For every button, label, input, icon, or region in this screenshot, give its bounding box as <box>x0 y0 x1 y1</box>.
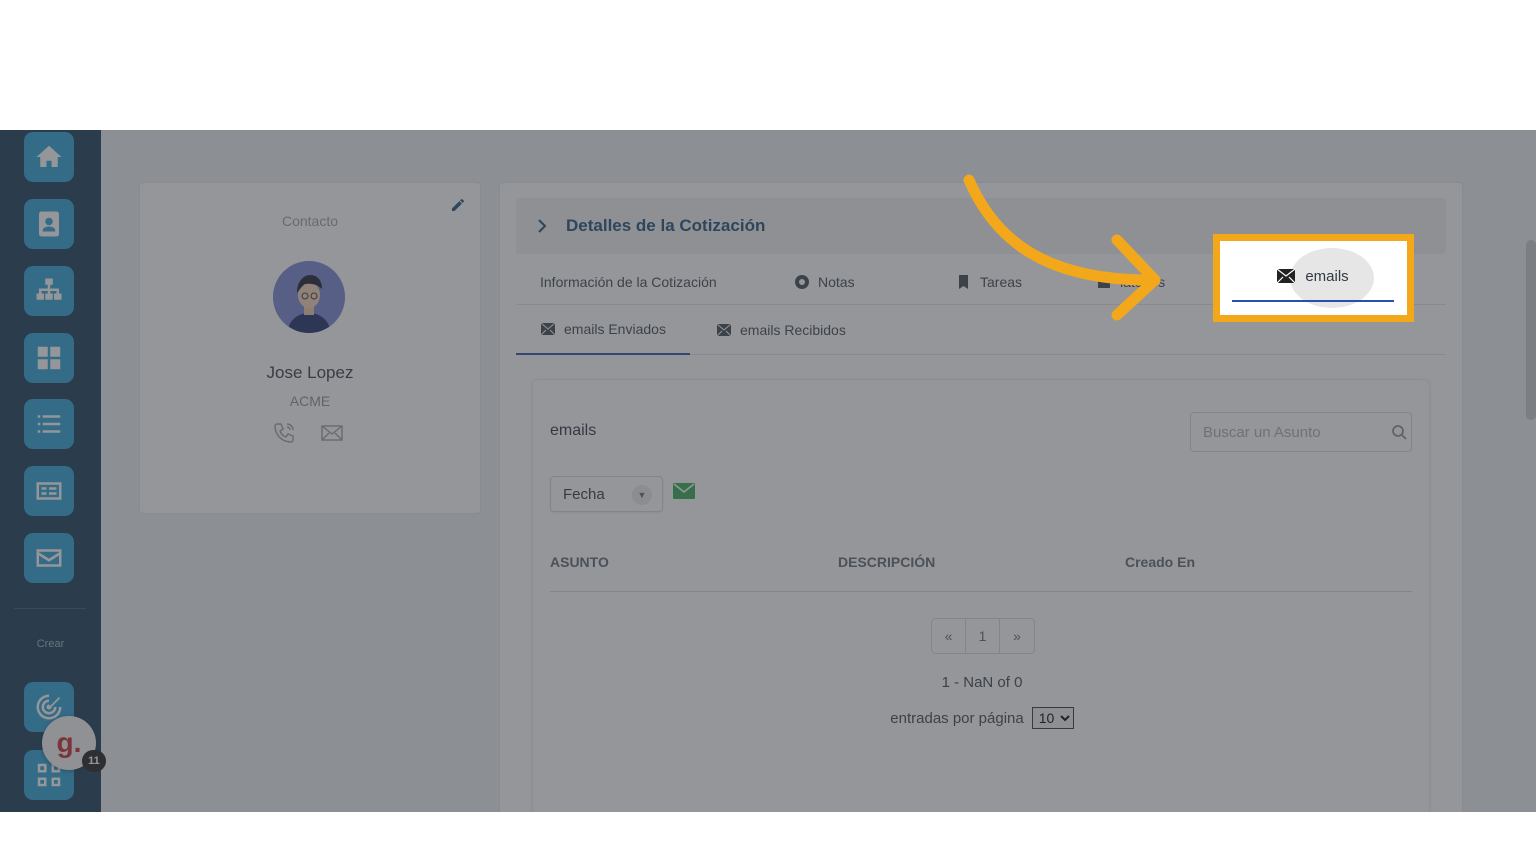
details-title: Detalles de la Cotización <box>566 216 766 235</box>
home-icon <box>36 145 62 167</box>
sidebar: Crear g. 11 <box>0 130 106 812</box>
tab-notas[interactable]: Notas <box>794 259 855 305</box>
sidebar-item-org[interactable] <box>24 266 74 316</box>
person-avatar-icon <box>273 261 345 333</box>
sidebar-divider <box>14 608 86 609</box>
contact-card: Contacto Jose Lopez ACME <box>139 182 481 514</box>
mail-icon <box>36 549 62 567</box>
search-box[interactable] <box>1190 412 1412 452</box>
tab-emails[interactable]: emails <box>1232 252 1394 302</box>
envelope-icon[interactable] <box>320 421 344 445</box>
pager-page-button[interactable]: 1 <box>966 619 1000 653</box>
money-icon <box>36 482 62 500</box>
column-header-asunto[interactable]: ASUNTO <box>550 554 609 570</box>
list-icon <box>37 415 61 433</box>
sidebar-item-dashboard[interactable] <box>24 333 74 383</box>
contact-actions <box>272 421 344 445</box>
contact-company: ACME <box>289 393 331 409</box>
contact-card-title: Contacto <box>281 213 339 229</box>
pager-prev-button[interactable]: « <box>932 619 966 653</box>
subtab-label: emails Enviados <box>564 321 666 337</box>
emails-panel-title: emails <box>550 422 597 439</box>
pagination-range-text: 1 - NaN of 0 <box>941 674 1023 691</box>
per-page-control: entradas por página 10 <box>533 707 1431 729</box>
table-header: ASUNTO DESCRIPCIÓN Creado En <box>550 548 1412 592</box>
per-page-label: entradas por página <box>890 709 1024 727</box>
sidebar-crear-label: Crear <box>36 638 65 650</box>
grid-icon <box>37 346 61 370</box>
tab-label: emails <box>1305 267 1349 285</box>
chevron-down-icon: ▼ <box>632 485 652 505</box>
app-window: Crear g. 11 Contacto Jose Lopez ACME Det… <box>0 130 1536 812</box>
contact-name: Jose Lopez <box>266 363 354 382</box>
mail-icon <box>540 322 556 336</box>
column-header-descripcion[interactable]: DESCRIPCIÓN <box>838 554 935 570</box>
per-page-select[interactable]: 10 <box>1031 707 1074 729</box>
tab-info-cotizacion[interactable]: Información de la Cotización <box>540 259 717 305</box>
subtab-emails-enviados[interactable]: emails Enviados <box>516 305 690 355</box>
org-chart-icon <box>36 278 62 300</box>
contacts-icon <box>39 211 59 237</box>
search-input[interactable] <box>1203 423 1383 441</box>
phone-icon[interactable] <box>272 421 296 445</box>
page-scrollbar[interactable] <box>1526 240 1536 420</box>
tutorial-arrow-icon <box>963 174 1161 321</box>
sort-select[interactable]: Fecha ▼ <box>550 476 663 512</box>
notes-icon <box>795 275 809 289</box>
contact-avatar <box>273 261 345 333</box>
column-header-creado-en[interactable]: Creado En <box>1125 554 1195 570</box>
sidebar-item-mail[interactable] <box>24 533 74 583</box>
chevron-right-icon <box>538 219 547 233</box>
compose-mail-icon[interactable] <box>673 483 695 499</box>
edit-icon[interactable] <box>450 197 466 213</box>
sidebar-item-home[interactable] <box>24 132 74 182</box>
tab-label: Información de la Cotización <box>540 274 717 290</box>
sort-select-value: Fecha <box>563 485 605 503</box>
search-icon[interactable] <box>1391 424 1407 440</box>
pagination: « 1 » <box>931 618 1035 654</box>
mail-icon <box>716 323 732 337</box>
chat-notification-badge: 11 <box>82 750 106 772</box>
mail-icon <box>1277 269 1296 283</box>
subtab-emails-recibidos[interactable]: emails Recibidos <box>716 305 846 355</box>
sidebar-item-list[interactable] <box>24 399 74 449</box>
subtab-label: emails Recibidos <box>740 322 846 338</box>
tab-label: Notas <box>818 274 855 290</box>
emails-panel: emails Fecha ▼ ASUNTO DESCRIPCIÓN Creado… <box>532 379 1430 812</box>
pager-next-button[interactable]: » <box>1000 619 1034 653</box>
sidebar-item-quotes[interactable] <box>24 466 74 516</box>
sidebar-item-contacts[interactable] <box>24 199 74 249</box>
